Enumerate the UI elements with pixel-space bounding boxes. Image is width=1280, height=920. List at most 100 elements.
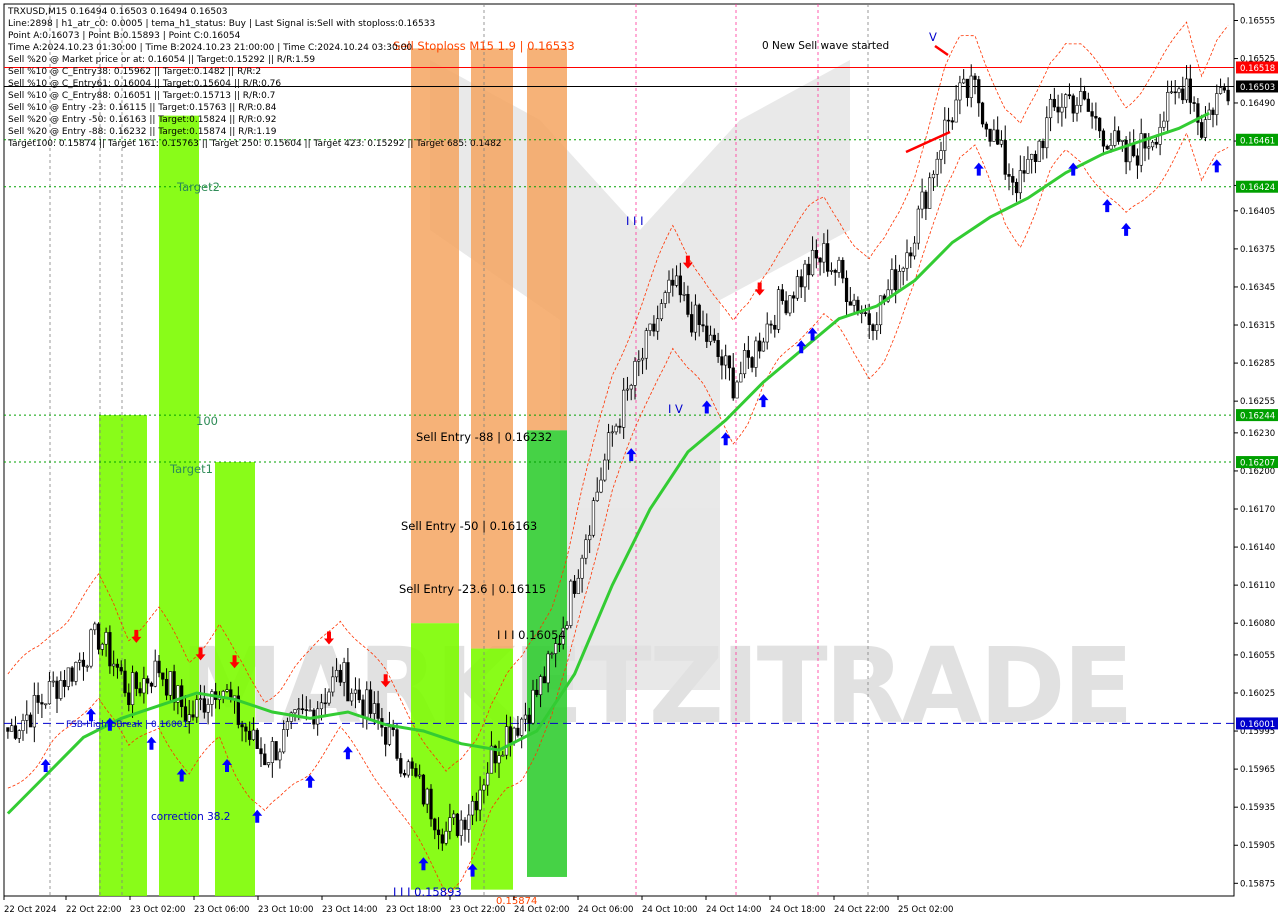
candle-body: [74, 661, 78, 682]
candle-body: [678, 275, 682, 296]
x-tick-label: 24 Oct 06:00: [578, 905, 633, 915]
candle-body: [1135, 155, 1140, 166]
candle-body: [1184, 78, 1189, 101]
candle-body: [1203, 119, 1208, 138]
candle-body: [66, 667, 70, 687]
zone-label: 100: [196, 414, 218, 428]
candle-body: [576, 577, 580, 594]
candle-body: [1192, 102, 1196, 104]
candle-body: [421, 774, 426, 805]
candle-body: [259, 748, 263, 755]
zone-label: Sell Entry -23.6 | 0.16115: [399, 582, 546, 596]
candle-body: [863, 312, 868, 314]
candle-body: [93, 623, 97, 631]
y-tick-label: 0.15905: [1240, 841, 1275, 851]
candle-body: [848, 301, 852, 306]
candle-body: [754, 340, 758, 368]
candle-body: [671, 279, 675, 286]
candle-body: [482, 784, 486, 791]
candle-body: [705, 325, 709, 342]
candle-body: [1101, 130, 1106, 147]
candle-body: [629, 385, 633, 390]
candle-body: [1181, 88, 1185, 101]
candle-body: [844, 277, 849, 302]
candle-body: [1026, 158, 1030, 174]
info-line: TRXUSD,M15 0.16494 0.16503 0.16494 0.165…: [7, 7, 228, 17]
candle-body: [346, 662, 350, 702]
candle-body: [508, 726, 512, 743]
candle-body: [32, 695, 36, 728]
candle-body: [606, 432, 611, 461]
candle-body: [648, 323, 652, 331]
candle-body: [89, 629, 93, 667]
candle-body: [1200, 122, 1204, 138]
candle-body: [614, 425, 618, 433]
candle-body: [1075, 104, 1079, 114]
candle-body: [916, 208, 920, 244]
candle-body: [172, 671, 176, 703]
candle-body: [595, 491, 599, 501]
candle-body: [504, 726, 509, 756]
candle-body: [142, 678, 146, 694]
candle-body: [25, 714, 29, 721]
candle-body: [78, 659, 82, 663]
zone-label: Sell Entry -88 | 0.16232: [416, 430, 552, 444]
candle-body: [890, 269, 894, 291]
candle-body: [837, 259, 841, 273]
candle-body: [1014, 181, 1019, 194]
x-tick-label: 23 Oct 22:00: [450, 905, 505, 915]
zone-label: I I I 0.15893: [393, 885, 462, 899]
y-tick-label: 0.15935: [1240, 803, 1275, 813]
candle-body: [1098, 117, 1102, 132]
candle-body: [13, 725, 18, 739]
candle-body: [520, 718, 524, 736]
zone-label: I I I 0.16054: [497, 628, 566, 642]
y-tick-label: 0.16140: [1240, 543, 1275, 553]
candle-body: [1173, 91, 1177, 94]
price-label-text: 0.16207: [1240, 459, 1275, 469]
candle-body: [1120, 139, 1124, 142]
candle-body: [221, 691, 225, 697]
zone-label: correction 38.2: [151, 811, 230, 823]
price-label-text: 0.16244: [1240, 412, 1275, 422]
candle-body: [1166, 92, 1170, 122]
price-label-text: 0.16503: [1240, 83, 1275, 93]
candle-body: [735, 381, 739, 399]
candle-body: [266, 762, 271, 766]
candle-body: [119, 667, 123, 672]
candle-body: [625, 388, 630, 391]
candle-body: [274, 741, 278, 761]
candle-body: [1154, 141, 1158, 145]
candle-body: [1226, 89, 1230, 102]
x-tick-label: 23 Oct 06:00: [194, 905, 249, 915]
candle-body: [100, 643, 104, 650]
candle-body: [716, 340, 720, 357]
candle-body: [425, 788, 429, 805]
candle-body: [920, 191, 924, 210]
candle-body: [187, 714, 191, 722]
candle-body: [542, 676, 546, 684]
candle-body: [1030, 153, 1034, 160]
candle-body: [1132, 143, 1136, 157]
candle-body: [418, 774, 422, 777]
candle-body: [901, 267, 905, 272]
candle-body: [784, 300, 788, 314]
candle-body: [202, 698, 206, 713]
candle-body: [327, 691, 331, 704]
y-tick-label: 0.16490: [1240, 99, 1275, 109]
candle-body: [1113, 130, 1117, 146]
y-tick-label: 0.16170: [1240, 505, 1275, 515]
candle-body: [659, 303, 664, 320]
candle-body: [1052, 98, 1056, 108]
y-tick-label: 0.16255: [1240, 397, 1275, 407]
candle-body: [867, 313, 871, 325]
y-tick-label: 0.16285: [1240, 359, 1275, 369]
candle-body: [622, 389, 626, 428]
candle-body: [338, 669, 342, 683]
price-label-text: 0.16424: [1240, 183, 1275, 193]
candle-body: [282, 729, 286, 753]
candle-body: [372, 703, 376, 714]
candle-body: [674, 275, 679, 286]
y-tick-label: 0.16405: [1240, 207, 1275, 217]
candle-body: [251, 729, 256, 740]
